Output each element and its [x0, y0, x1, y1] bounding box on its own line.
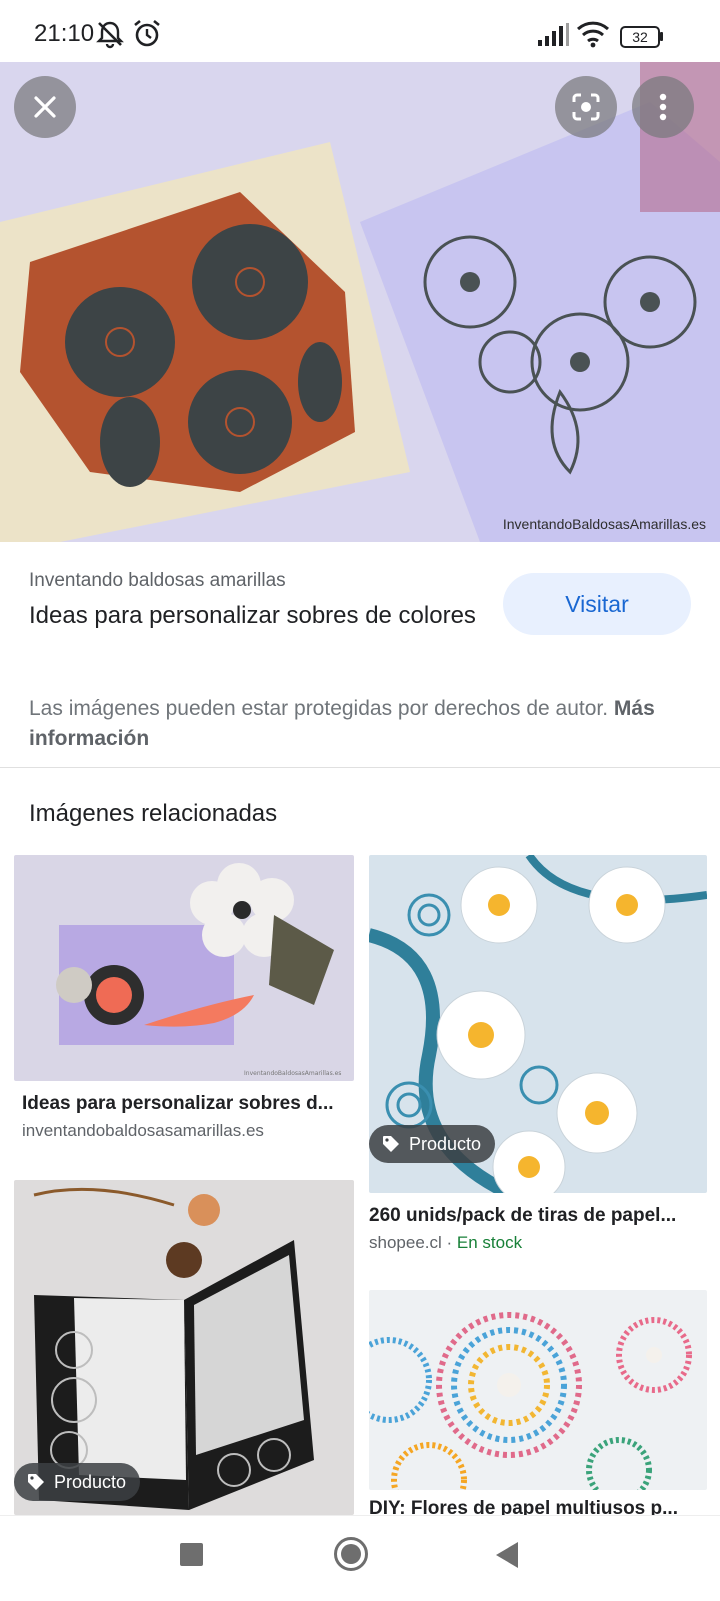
home-icon-dot [341, 1544, 361, 1564]
lens-icon [572, 93, 600, 121]
mute-notifications-icon [96, 21, 124, 49]
svg-text:InventandoBaldosasAmarillas.es: InventandoBaldosasAmarillas.es [244, 1070, 341, 1077]
product-badge: Producto [369, 1125, 496, 1163]
wifi-icon [576, 21, 610, 48]
related-card-domain: shopee.cl [369, 1233, 442, 1252]
close-button[interactable] [14, 76, 76, 138]
status-time: 21:10 [34, 20, 95, 47]
battery-icon: 32 [620, 26, 660, 48]
tag-icon [28, 1474, 44, 1490]
related-images-heading: Imágenes relacionadas [29, 800, 278, 827]
related-card[interactable]: Producto [14, 1180, 354, 1515]
alarm-icon [134, 19, 160, 47]
source-name: Inventando baldosas amarillas [29, 570, 286, 591]
close-icon [34, 96, 56, 118]
stamp-photo [0, 62, 720, 542]
related-card-title[interactable]: 260 unids/pack de tiras de papel... [369, 1205, 699, 1227]
product-badge-label: Producto [409, 1133, 482, 1154]
related-thumbnail[interactable]: InventandoBaldosasAmarillas.es [14, 855, 354, 1081]
hero-image[interactable]: InventandoBaldosasAmarillas.es [0, 62, 720, 542]
back-icon[interactable] [494, 1540, 520, 1570]
product-badge: Producto [14, 1463, 141, 1501]
related-card[interactable]: DIY: Flores de papel multiusos p... [369, 1290, 707, 1519]
result-info-panel: Inventando baldosas amarillas Ideas para… [0, 542, 720, 767]
battery-tip [660, 32, 663, 41]
related-card[interactable]: InventandoBaldosasAmarillas.es Ideas par… [14, 855, 354, 1145]
related-thumbnail[interactable] [369, 1290, 707, 1490]
home-icon[interactable] [334, 1537, 368, 1571]
status-bar: 21:10 32 [0, 0, 720, 64]
stock-status: En stock [456, 1233, 523, 1252]
signal-icon [538, 23, 569, 46]
recents-icon[interactable] [180, 1543, 203, 1566]
tag-icon [383, 1136, 399, 1152]
lens-button[interactable] [555, 76, 617, 138]
related-card-meta: shopee.cl · En stock [369, 1233, 522, 1253]
envelope-flowers-image: InventandoBaldosasAmarillas.es [14, 855, 354, 1081]
meta-separator: · [441, 1233, 457, 1252]
more-options-button[interactable] [632, 76, 694, 138]
copyright-text: Las imágenes pueden estar protegidas por… [29, 697, 609, 720]
system-nav-bar [0, 1515, 720, 1601]
paper-rosettes-image [369, 1290, 707, 1490]
image-credit-watermark: InventandoBaldosasAmarillas.es [502, 516, 706, 532]
related-card-domain: inventandobaldosasamarillas.es [22, 1121, 264, 1140]
more-vert-icon [659, 93, 667, 121]
divider [0, 767, 720, 768]
related-card-title[interactable]: Ideas para personalizar sobres d... [22, 1093, 352, 1115]
related-card[interactable]: Producto 260 unids/pack de tiras de pape… [369, 855, 707, 1255]
battery-level: 32 [632, 29, 648, 45]
visit-button[interactable]: Visitar [503, 573, 691, 635]
copyright-notice: Las imágenes pueden estar protegidas por… [29, 694, 669, 754]
result-title[interactable]: Ideas para personalizar sobres de colore… [29, 598, 479, 634]
product-badge-label: Producto [54, 1471, 127, 1492]
